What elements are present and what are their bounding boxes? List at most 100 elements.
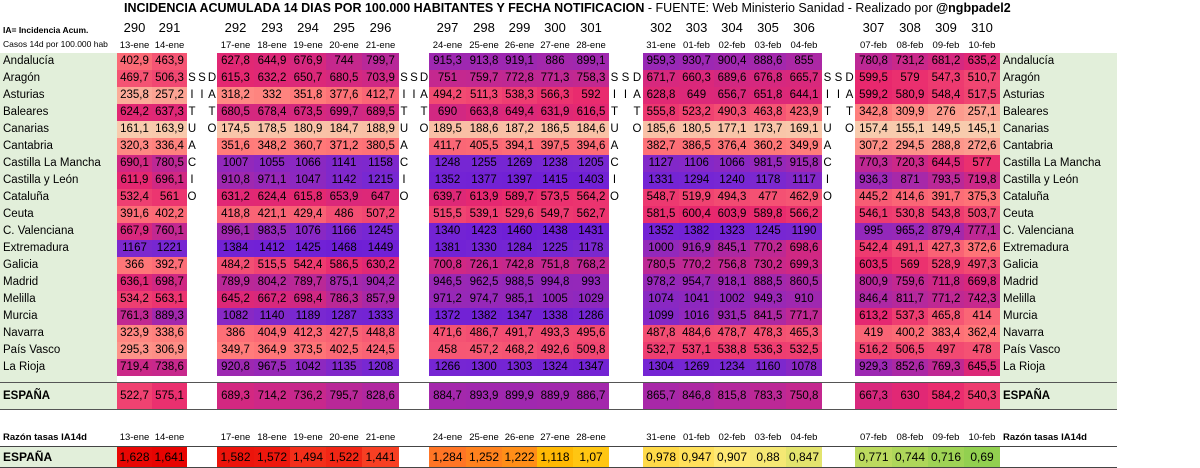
incidence-cell: 742,8 <box>502 257 537 274</box>
incidence-cell: 462,9 <box>786 189 822 206</box>
region-name-right: País Vasco <box>1000 342 1117 359</box>
incidence-cell: 786,3 <box>326 291 362 308</box>
ratio-cell: 0,771 <box>855 446 892 468</box>
day-number-gap <box>399 17 409 39</box>
incidence-cell: 400,2 <box>892 325 928 342</box>
separator-letter <box>609 206 620 223</box>
separator-letter <box>609 53 620 70</box>
incidence-cell: 163,9 <box>152 121 187 138</box>
incidence-cell: 967,5 <box>254 359 290 376</box>
day-number: 304 <box>721 20 743 35</box>
separator-letter <box>197 206 207 223</box>
incidence-cell: 1002 <box>714 291 750 308</box>
separator-letter <box>409 308 419 325</box>
date-header-gap <box>399 39 409 53</box>
day-number: 297 <box>436 20 459 35</box>
incidence-cell: 362,4 <box>964 325 1000 342</box>
separator-letter <box>399 206 409 223</box>
separator-letter <box>620 308 631 325</box>
separator-letter: C <box>610 157 619 169</box>
incidence-cell: 904,2 <box>362 274 399 291</box>
ratio-date-header: 26-ene <box>504 432 535 443</box>
incidence-cell: 871 <box>892 172 928 189</box>
ratio-date-header: 04-feb <box>790 432 818 443</box>
separator-letter <box>409 53 419 70</box>
day-number: 299 <box>508 20 531 35</box>
incidence-cell: 1333 <box>362 308 399 325</box>
separator-letter: T <box>610 106 619 118</box>
incidence-cell: 349,7 <box>217 342 254 359</box>
incidence-cell: 780,8 <box>855 53 892 70</box>
date-header: 02-feb <box>718 40 746 51</box>
incidence-cell: 1041 <box>679 291 714 308</box>
table-row: Melilla 534,2 563,1 645,2 667,2 698,4 786,3 857… <box>0 291 1117 308</box>
separator-letter <box>187 325 197 342</box>
incidence-cell: 1225 <box>537 240 573 257</box>
incidence-cell: 487,8 <box>643 325 679 342</box>
incidence-cell: 771,3 <box>537 70 573 87</box>
separator-letter <box>419 240 429 257</box>
incidence-cell: 484,6 <box>679 325 714 342</box>
separator-letter: O <box>187 191 197 203</box>
ratio-date-header: 25-ene <box>469 432 499 443</box>
incidence-cell: 949,3 <box>750 291 786 308</box>
separator-letter: S <box>823 72 832 84</box>
spain-incidence-cell: 899,9 <box>502 382 537 410</box>
incidence-cell: 1382 <box>466 308 502 325</box>
separator-letter: T <box>208 106 216 118</box>
ratio-cell: 0,88 <box>750 446 786 468</box>
separator-letter <box>207 172 217 189</box>
ratio-cell: 1,494 <box>290 446 326 468</box>
incidence-cell: 392,7 <box>152 257 187 274</box>
incidence-cell: 1205 <box>573 155 609 172</box>
incidence-cell: 852,6 <box>892 359 928 376</box>
incidence-cell: 1106 <box>679 155 714 172</box>
incidence-cell: 627,8 <box>217 53 254 70</box>
incidence-cell: 719,8 <box>964 172 1000 189</box>
incidence-cell: 491,7 <box>502 325 537 342</box>
incidence-cell: 402,5 <box>326 342 362 359</box>
separator-letter: T <box>188 106 196 118</box>
separator-letter: A <box>420 89 428 101</box>
region-name: Melilla <box>0 291 117 308</box>
incidence-cell: 515,5 <box>429 206 466 223</box>
separator-letter <box>833 274 844 291</box>
incidence-cell: 424,5 <box>362 342 399 359</box>
incidence-cell: 615,3 <box>217 70 254 87</box>
table-row: Murcia 761,3 889,3 1082 1140 1189 1287 1333 1372… <box>0 308 1117 325</box>
incidence-cell: 678,4 <box>254 104 290 121</box>
separator-letter <box>631 189 643 206</box>
incidence-cell: 1248 <box>429 155 466 172</box>
day-number-gap <box>844 17 855 39</box>
day-number: 300 <box>544 20 566 35</box>
date-header: 27-ene <box>540 40 570 51</box>
separator-letter <box>419 308 429 325</box>
separator-letter <box>620 138 631 155</box>
date-header: 19-ene <box>293 40 323 51</box>
separator-letter: C <box>399 157 409 169</box>
incidence-cell: 676,9 <box>290 53 326 70</box>
incidence-cell: 577 <box>964 155 1000 172</box>
ratio-gap <box>207 446 217 468</box>
separator-letter <box>187 257 197 274</box>
incidence-cell: 690,1 <box>117 155 152 172</box>
separator-letter <box>833 359 844 376</box>
separator-letter <box>399 359 409 376</box>
separator-letter <box>197 172 207 189</box>
separator-letter: T <box>400 106 408 118</box>
spain-incidence-cell: 889,9 <box>537 382 573 410</box>
incidence-cell: 516,2 <box>855 342 892 359</box>
incidence-cell: 760,1 <box>152 223 187 240</box>
date-header: 20-ene <box>329 40 359 51</box>
separator-letter: I <box>402 89 406 101</box>
table-row: País Vasco 295,3 306,9 349,7 364,9 373,5 402,5… <box>0 342 1117 359</box>
incidence-cell: 336,4 <box>152 138 187 155</box>
incidence-cell: 811,7 <box>892 291 928 308</box>
incidence-cell: 994,8 <box>537 274 573 291</box>
region-name: Cataluña <box>0 189 117 206</box>
incidence-cell: 510,7 <box>964 70 1000 87</box>
spain-gap <box>187 382 197 410</box>
ratio-date-header: 27-ene <box>540 432 570 443</box>
ratio-cell: 0,69 <box>964 446 1000 468</box>
date-header-gap <box>207 39 217 53</box>
